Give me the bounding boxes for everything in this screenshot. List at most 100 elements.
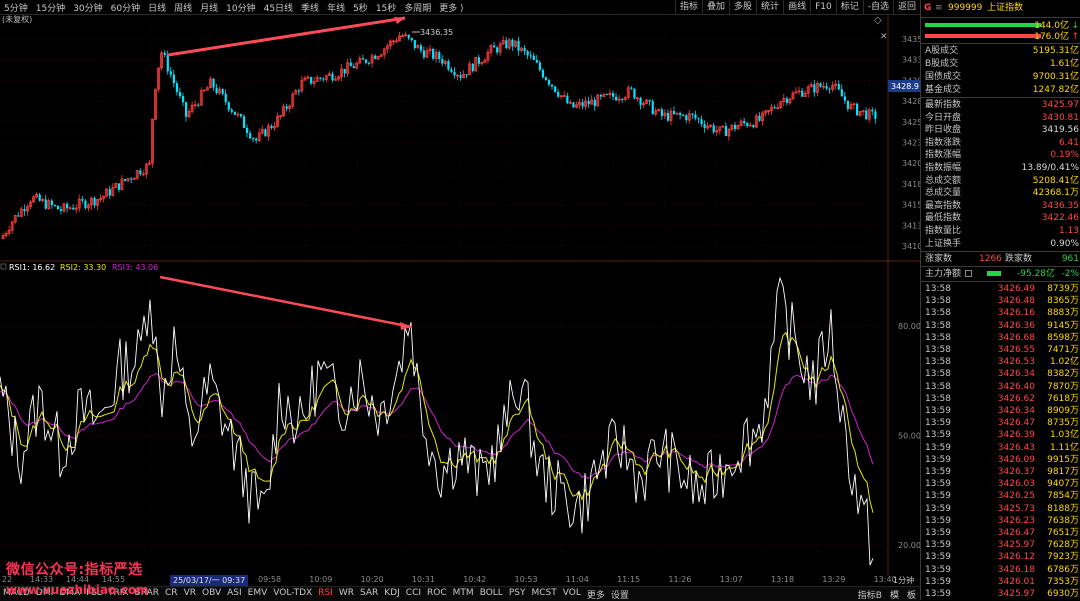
tick-row[interactable]: 13:58 3426.34 8382万 xyxy=(921,369,1080,380)
tick-row[interactable]: 13:58 3426.40 7870万 xyxy=(921,382,1080,393)
tick-row[interactable]: 13:58 3426.53 1.02亿 xyxy=(921,357,1080,368)
toolbar-button[interactable]: 画线 xyxy=(783,0,810,14)
period-tab[interactable]: 周线 xyxy=(170,1,196,14)
period-tab[interactable]: 5秒 xyxy=(349,1,372,14)
candle-body xyxy=(865,110,868,120)
tick-row[interactable]: 13:59 3426.09 9915万 xyxy=(921,455,1080,466)
period-tab[interactable]: 月线 xyxy=(196,1,222,14)
indicator-tab[interactable]: ASI xyxy=(224,588,245,601)
tick-row[interactable]: 13:59 3426.34 8909万 xyxy=(921,406,1080,417)
indicator-tab[interactable]: RSI xyxy=(315,588,336,601)
indicator-tab[interactable]: BOLL xyxy=(477,588,506,601)
indicator-tab[interactable]: PSY xyxy=(506,588,529,601)
netflow-bar xyxy=(987,271,1001,276)
rsi-grid xyxy=(0,325,888,546)
indicator-tab[interactable]: WR xyxy=(336,588,357,601)
toolbar-button[interactable]: -自选 xyxy=(862,0,893,14)
indicator-tab[interactable]: VR xyxy=(181,588,199,601)
index-stat-row: 指数量比 1.13 xyxy=(921,225,1080,237)
tick-row[interactable]: 13:58 3426.55 7471万 xyxy=(921,345,1080,356)
toolbar-button[interactable]: 多股 xyxy=(729,0,756,14)
tick-row[interactable]: 13:59 3426.47 7651万 xyxy=(921,528,1080,539)
tick-row[interactable]: 13:59 3426.01 7353万 xyxy=(921,577,1080,588)
tick-row[interactable]: 13:58 3426.48 8365万 xyxy=(921,296,1080,307)
period-tab[interactable]: 30分钟 xyxy=(69,1,106,14)
tick-row[interactable]: 13:59 3426.18 6786万 xyxy=(921,565,1080,576)
period-tab[interactable]: 60分钟 xyxy=(107,1,144,14)
bottom-control[interactable]: 板 xyxy=(903,588,920,601)
period-tab[interactable]: 多周期 xyxy=(400,1,435,14)
quote-code[interactable]: 999999 xyxy=(948,2,982,14)
volume-stat-row: A股成交 5195.31亿 xyxy=(921,45,1080,57)
tick-row[interactable]: 13:59 3425.97 6930万 xyxy=(921,589,1080,600)
toolbar-button[interactable]: F10 xyxy=(810,0,836,14)
candle-body xyxy=(310,76,313,84)
candle-body xyxy=(364,59,368,63)
chart-expand-icon[interactable]: ✕ xyxy=(880,32,888,42)
indicator-tab[interactable]: 设置 xyxy=(608,588,632,601)
candle-body xyxy=(255,138,258,141)
toolbar-button[interactable]: 叠加 xyxy=(702,0,729,14)
candle-body xyxy=(587,100,590,105)
period-tab[interactable]: 5分钟 xyxy=(0,1,32,14)
tick-row[interactable]: 13:59 3426.39 1.03亿 xyxy=(921,430,1080,441)
tick-row[interactable]: 13:58 3426.62 7618万 xyxy=(921,394,1080,405)
tick-time: 13:59 xyxy=(925,430,951,441)
time-tick: 13:29 xyxy=(822,575,846,584)
netflow-toggle-icon[interactable] xyxy=(965,270,972,277)
indicator-tab[interactable]: 更多 xyxy=(584,588,608,601)
tick-volume: 8365万 xyxy=(1047,296,1079,307)
indicator-tab[interactable]: ROC xyxy=(424,588,450,601)
indicator-tab[interactable]: CR xyxy=(162,588,181,601)
tick-row[interactable]: 13:58 3426.16 8883万 xyxy=(921,308,1080,319)
tick-row[interactable]: 13:59 3426.12 7923万 xyxy=(921,552,1080,563)
period-tab[interactable]: 更多 ⟩ xyxy=(435,1,467,14)
chart-settings-icon[interactable]: ◇ xyxy=(874,15,882,26)
indicator-tab[interactable]: EMV xyxy=(245,588,271,601)
toolbar-button[interactable]: 标记 xyxy=(835,0,863,14)
tick-row[interactable]: 13:59 3426.37 9817万 xyxy=(921,467,1080,478)
period-tab[interactable]: 10分钟 xyxy=(222,1,259,14)
indicator-toggle-icon[interactable] xyxy=(0,263,7,270)
volume-stat-row: B股成交 1.61亿 xyxy=(921,58,1080,70)
quote-name[interactable]: 上证指数 xyxy=(987,2,1023,14)
period-tab[interactable]: 年线 xyxy=(323,1,349,14)
tick-row[interactable]: 13:58 3426.36 9145万 xyxy=(921,321,1080,332)
tick-row[interactable]: 13:58 3426.68 8598万 xyxy=(921,333,1080,344)
period-tab[interactable]: 45日线 xyxy=(260,1,297,14)
period-tab[interactable]: 15分钟 xyxy=(32,1,69,14)
indicator-tab[interactable]: VOL xyxy=(560,588,584,601)
tick-row[interactable]: 13:59 3425.97 7628万 xyxy=(921,540,1080,551)
tick-row[interactable]: 13:59 3425.73 8188万 xyxy=(921,504,1080,515)
indicator-tab[interactable]: KDJ xyxy=(381,588,403,601)
indicator-tab[interactable]: MCST xyxy=(528,588,559,601)
indicator-tab[interactable]: CCI xyxy=(403,588,424,601)
bottom-control[interactable]: 指标B xyxy=(854,588,886,601)
bottom-control[interactable]: 模 xyxy=(886,588,903,601)
tick-row[interactable]: 13:59 3426.47 8735万 xyxy=(921,418,1080,429)
period-indicator[interactable]: 1分钟 xyxy=(893,575,914,586)
candle-body xyxy=(319,77,322,79)
price-axis-label: 3428 xyxy=(902,97,920,106)
chart-area[interactable]: 3436.35 (未复权) 34353433343034283425342334… xyxy=(0,14,973,575)
indicator-tab[interactable]: VOL-TDX xyxy=(270,588,315,601)
indicator-tab[interactable]: SAR xyxy=(357,588,381,601)
period-tab[interactable]: 季线 xyxy=(297,1,323,14)
toolbar-button[interactable]: 统计 xyxy=(756,0,783,14)
tick-row[interactable]: 13:59 3426.23 7638万 xyxy=(921,516,1080,527)
tick-row[interactable]: 13:59 3426.03 9407万 xyxy=(921,479,1080,490)
toolbar-button[interactable]: 返回 xyxy=(892,0,920,14)
kline-rsi-chart[interactable]: 3436.35 (未复权) 34353433343034283425342334… xyxy=(0,14,973,575)
tick-row[interactable]: 13:59 3426.25 7854万 xyxy=(921,491,1080,502)
stat-label: 最高指数 xyxy=(925,200,962,211)
candle-body xyxy=(349,62,352,67)
stat-label: 国债成交 xyxy=(925,72,962,82)
period-tab[interactable]: 日线 xyxy=(144,1,170,14)
indicator-tab[interactable]: MTM xyxy=(450,588,477,601)
tick-row[interactable]: 13:59 3426.43 1.11亿 xyxy=(921,443,1080,454)
tick-row[interactable]: 13:58 3426.49 8739万 xyxy=(921,284,1080,295)
period-tab[interactable]: 15秒 xyxy=(372,1,400,14)
toolbar-button[interactable]: 指标 xyxy=(675,0,702,14)
period-list: 5分钟 15分钟 30分钟 60分钟 日线 周线 月线 10分钟 45日线 季线 年线 5秒 15秒 多周… xyxy=(0,1,468,14)
indicator-tab[interactable]: OBV xyxy=(199,588,224,601)
